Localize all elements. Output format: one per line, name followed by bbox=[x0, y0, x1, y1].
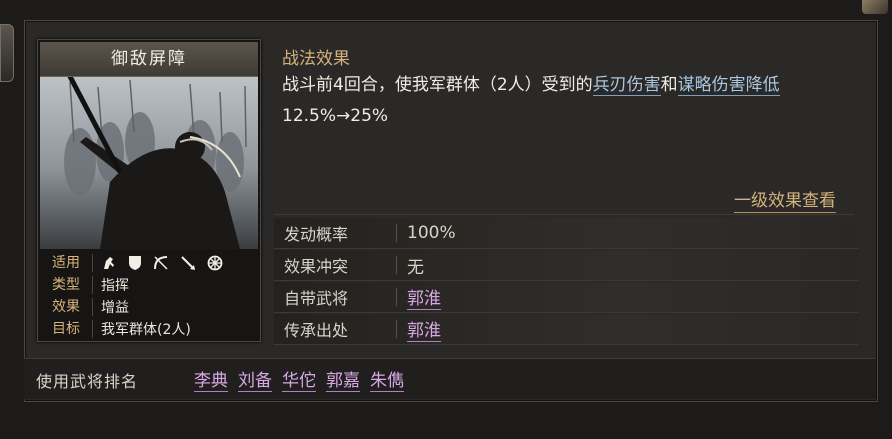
usage-ranking-label: 使用武将排名 bbox=[36, 372, 139, 391]
wheel-icon bbox=[207, 255, 223, 271]
attr-key: 发动概率 bbox=[284, 225, 349, 244]
spear-icon bbox=[181, 256, 195, 270]
info-row-effect: 效果 增益 bbox=[40, 296, 258, 318]
info-row-applicable: 适用 bbox=[40, 252, 258, 274]
divider bbox=[396, 224, 397, 242]
info-key: 适用 bbox=[40, 254, 93, 272]
side-tab-handle[interactable] bbox=[0, 24, 14, 82]
attr-row-effect-conflict: 效果冲突 无 bbox=[274, 250, 858, 281]
bow-icon bbox=[154, 256, 168, 270]
attr-row-inherit-source: 传承出处 郭淮 bbox=[274, 314, 858, 345]
bottom-bar bbox=[24, 358, 876, 399]
attr-value: 100% bbox=[407, 223, 456, 243]
ranking-general-link[interactable]: 郭嘉 bbox=[326, 366, 360, 392]
tactic-illustration: 御敌屏障 bbox=[40, 42, 258, 249]
tactic-card: 御敌屏障 适用 类型 指挥 效果 增益 目标 我军群体(2人) bbox=[37, 39, 261, 342]
effect-text-pre: 战斗前4回合，使我军群体（2人）受到的 bbox=[282, 75, 593, 95]
effect-text-post: 12.5%→25% bbox=[282, 106, 389, 126]
info-value: 增益 bbox=[101, 300, 129, 316]
tactic-name: 御敌屏障 bbox=[40, 42, 258, 77]
attr-row-trigger-rate: 发动概率 100% bbox=[274, 218, 858, 249]
keyword-strategy-damage[interactable]: 谋略伤害降低 bbox=[677, 75, 780, 96]
applicable-troop-icons bbox=[93, 255, 223, 271]
divider bbox=[396, 320, 397, 338]
info-key: 目标 bbox=[40, 320, 93, 338]
attr-key: 传承出处 bbox=[284, 321, 349, 340]
info-row-target: 目标 我军群体(2人) bbox=[40, 318, 258, 340]
usage-ranking-list: 李典 刘备 华佗 郭嘉 朱儁 bbox=[194, 366, 404, 392]
effect-description: 战斗前4回合，使我军群体（2人）受到的兵刃伤害和谋略伤害降低 12.5%→25% bbox=[282, 70, 842, 132]
general-link[interactable]: 郭淮 bbox=[407, 316, 441, 342]
effect-section-title: 战法效果 bbox=[282, 49, 350, 69]
keyword-weapon-damage[interactable]: 兵刃伤害 bbox=[592, 75, 661, 96]
corner-ornament-icon bbox=[862, 0, 888, 14]
attr-row-own-general: 自带武将 郭淮 bbox=[274, 282, 858, 313]
cavalry-icon bbox=[104, 257, 114, 269]
attr-key: 自带武将 bbox=[284, 289, 349, 308]
attr-key: 效果冲突 bbox=[284, 257, 349, 276]
divider bbox=[274, 214, 854, 215]
info-value: 指挥 bbox=[101, 278, 129, 294]
attr-value: 无 bbox=[407, 257, 424, 278]
general-link[interactable]: 郭淮 bbox=[407, 284, 441, 310]
divider bbox=[396, 288, 397, 306]
shield-icon bbox=[129, 256, 141, 270]
divider bbox=[396, 256, 397, 274]
ranking-general-link[interactable]: 华佗 bbox=[282, 366, 316, 392]
ranking-general-link[interactable]: 刘备 bbox=[238, 366, 272, 392]
card-info: 适用 类型 指挥 效果 增益 目标 我军群体(2人) bbox=[40, 252, 258, 340]
ranking-general-link[interactable]: 朱儁 bbox=[370, 366, 404, 392]
info-key: 类型 bbox=[40, 276, 93, 294]
info-value: 我军群体(2人) bbox=[101, 322, 191, 338]
info-row-type: 类型 指挥 bbox=[40, 274, 258, 296]
level-one-effect-link[interactable]: 一级效果查看 bbox=[734, 186, 836, 213]
ranking-general-link[interactable]: 李典 bbox=[194, 366, 228, 392]
effect-text-mid: 和 bbox=[660, 75, 678, 95]
info-key: 效果 bbox=[40, 298, 93, 316]
